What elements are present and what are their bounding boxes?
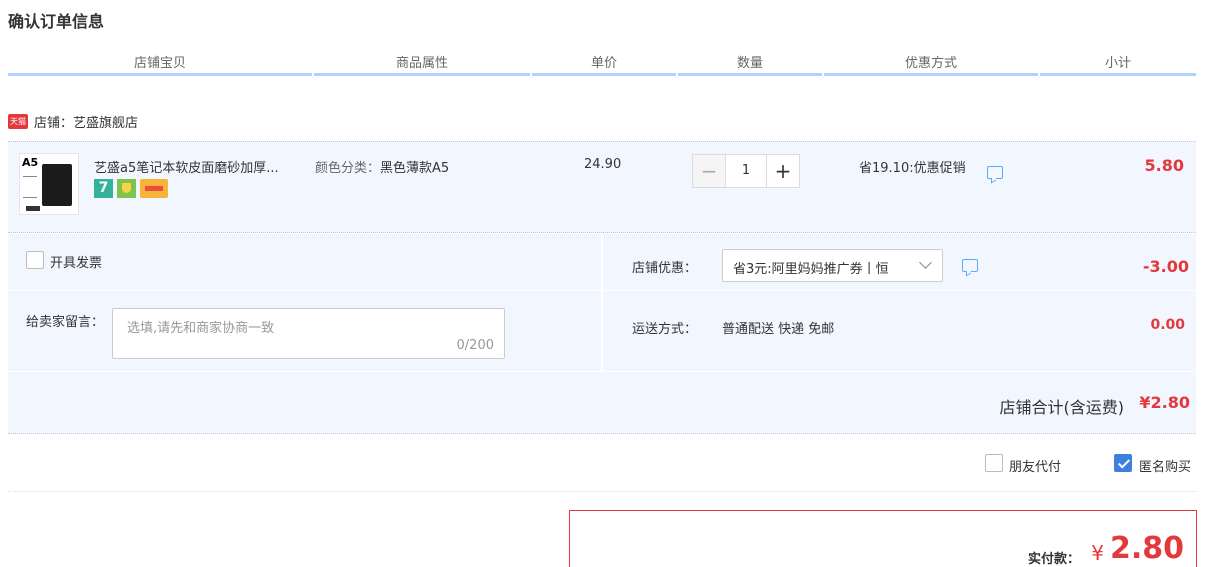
anonymous-label[interactable]: 匿名购买: [1139, 456, 1191, 475]
header-shop-item: 店铺宝贝: [8, 52, 312, 76]
chevron-down-icon: [919, 256, 932, 269]
invoice-checkbox[interactable]: [26, 251, 44, 269]
product-thumbnail[interactable]: A5: [19, 153, 79, 215]
attribute-value: 黑色薄款A5: [380, 161, 450, 176]
tmall-icon: 天猫: [8, 113, 28, 129]
shop-row: 天猫 店铺：艺盛旗舰店: [8, 111, 138, 131]
product-attribute: 颜色分类：黑色薄款A5: [315, 157, 449, 176]
invoice-label[interactable]: 开具发票: [50, 252, 102, 271]
shop-total-value: ¥2.80: [1139, 393, 1190, 412]
coupon-discount: -3.00: [1142, 257, 1189, 276]
table-header: 店铺宝贝 商品属性 单价 数量 优惠方式 小计: [8, 52, 1196, 80]
header-unit-price: 单价: [532, 52, 676, 76]
header-quantity: 数量: [678, 52, 822, 76]
item-subtotal: 5.80: [1144, 156, 1184, 175]
message-placeholder: 选填,请先和商家协商一致: [127, 321, 275, 336]
message-label: 给卖家留言：: [26, 315, 105, 330]
message-char-count: 0/200: [456, 338, 494, 353]
anonymous-checkbox[interactable]: [1114, 454, 1132, 472]
coupon-selected-value: 省3元:阿里妈妈推广券丨恒: [733, 262, 889, 277]
shop-name[interactable]: 店铺：艺盛旗舰店: [34, 112, 138, 131]
header-attributes: 商品属性: [314, 52, 530, 76]
increase-button[interactable]: +: [766, 154, 800, 188]
chat-icon[interactable]: [962, 259, 978, 272]
chat-icon[interactable]: [987, 166, 1003, 179]
page-title: 确认订单信息: [8, 12, 105, 31]
friend-pay-label[interactable]: 朋友代付: [1009, 456, 1061, 475]
coupon-select[interactable]: 省3元:阿里妈妈推广券丨恒: [722, 249, 943, 282]
decrease-button[interactable]: −: [692, 154, 726, 188]
shipping-label: 运送方式：: [632, 322, 698, 337]
payment-summary: 实付款： ¥ 2.80: [569, 510, 1197, 567]
friend-pay-checkbox[interactable]: [985, 454, 1003, 472]
coupon-label: 店铺优惠：: [632, 261, 698, 276]
payment-currency: ¥: [1091, 541, 1104, 565]
header-discount: 优惠方式: [824, 52, 1038, 76]
unit-price: 24.90: [584, 157, 622, 172]
shop-total-label: 店铺合计(含运费): [999, 398, 1125, 417]
shipping-method: 普通配送 快递 免邮: [722, 322, 835, 337]
shipping-fee: 0.00: [1150, 317, 1185, 333]
attribute-label: 颜色分类：: [315, 161, 381, 176]
shop-total-row: 店铺合计(含运费) ¥2.80: [8, 372, 1196, 434]
notebook-image: [42, 164, 72, 206]
guarantee-icon[interactable]: [117, 179, 136, 198]
payment-amount: 2.80: [1109, 531, 1184, 566]
thumbnail-label: A5: [22, 156, 39, 169]
seller-message-input[interactable]: 选填,请先和商家协商一致 0/200: [112, 308, 505, 359]
quantity-stepper: − 1 +: [692, 154, 800, 188]
divider: [8, 491, 1196, 492]
product-title-link[interactable]: 艺盛a5笔记本软皮面磨砂加厚...: [94, 157, 300, 176]
item-row: A5 艺盛a5笔记本软皮面磨砂加厚... 7 颜色分类：黑色薄款A5 24.90…: [8, 141, 1196, 233]
seven-day-return-icon[interactable]: 7: [94, 179, 113, 198]
header-subtotal: 小计: [1040, 52, 1196, 76]
credit-card-icon[interactable]: [140, 179, 168, 198]
promotion-text: 省19.10:优惠促销: [859, 161, 966, 176]
service-icons: 7: [94, 179, 168, 198]
payment-label: 实付款：: [1027, 552, 1080, 567]
quantity-input[interactable]: 1: [726, 154, 766, 188]
